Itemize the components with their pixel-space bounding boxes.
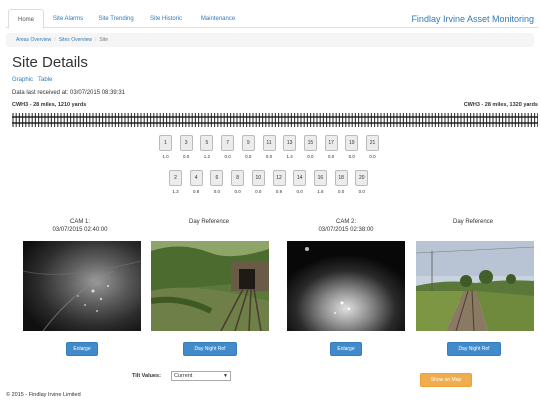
day-ref2-title: Day Reference [452, 219, 494, 225]
cam2-timestamp: 03/07/2015 02:38:00 [318, 227, 374, 233]
sensor-3-value: 0.0 [183, 154, 190, 159]
sensor-14-value: 0.0 [296, 189, 303, 194]
sensor-12-button[interactable]: 12 [272, 170, 286, 186]
sensor-13-value: 1.4 [286, 154, 293, 159]
sensor-21-value: 0.0 [369, 154, 376, 159]
sensor-18-value: 0.0 [337, 189, 345, 194]
day-ref2-image[interactable] [416, 241, 534, 331]
sensor-17-value: 0.0 [327, 154, 335, 159]
cam1-title: CAM 1: 03/07/2015 02:40:00 [20, 218, 140, 234]
cam2-enlarge-button[interactable]: Enlarge [330, 342, 362, 356]
railway-track-graphic [12, 113, 538, 127]
tilt-values-label: Tilt Values: [132, 373, 161, 379]
view-switcher: Graphic Table [12, 77, 57, 83]
cam2-title: CAM 2: 03/07/2015 02:38:00 [286, 218, 406, 234]
sensor-21-button[interactable]: 21 [366, 135, 379, 151]
tab-site-trending[interactable]: Site Trending [94, 9, 138, 29]
breadcrumb-current: Site [99, 37, 109, 43]
sensor-18-button[interactable]: 18 [334, 170, 348, 186]
day-ref2-button[interactable]: Day Night Ref [447, 342, 501, 356]
location-left: CWH3 - 28 miles, 1210 yards [12, 102, 87, 108]
sensor-8-value: 0.0 [234, 189, 241, 194]
day-ref1-button[interactable]: Day Night Ref [183, 342, 237, 356]
sensor-16-button[interactable]: 16 [313, 170, 327, 186]
cam1-label: CAM 1: [69, 219, 90, 225]
sensor-5-button[interactable]: 5 [200, 135, 214, 151]
tab-site-historic[interactable]: Site Historic [145, 9, 187, 29]
sensor-20-value: 0.0 [358, 189, 365, 194]
cam1-timestamp: 03/07/2015 02:40:00 [52, 227, 108, 233]
sensor-11-button[interactable]: 11 [262, 135, 276, 151]
cam1-enlarge-button[interactable]: Enlarge [66, 342, 98, 356]
sensor-14-button[interactable]: 14 [293, 170, 307, 186]
sensor-20-button[interactable]: 20 [355, 170, 369, 186]
footer-copyright: © 2015 - Findlay Irvine Limited [6, 392, 81, 398]
sensor-8-button[interactable]: 8 [231, 170, 245, 186]
sensor-9-value: 0.0 [245, 154, 252, 159]
sensor-2-value: 1.3 [172, 189, 179, 194]
sensor-15-button[interactable]: 15 [303, 135, 317, 151]
sensor-7-value: 0.0 [224, 154, 231, 159]
tilt-values-selected: Current [174, 373, 193, 379]
sensor-19-value: 0.0 [348, 154, 355, 159]
location-right: CWH3 - 28 miles, 1320 yards [463, 102, 538, 108]
sensor-1-value: 1.0 [162, 154, 169, 159]
sensor-9-button[interactable]: 9 [241, 135, 255, 151]
sensor-1-button[interactable]: 1 [159, 135, 172, 151]
sensor-17-button[interactable]: 17 [324, 135, 338, 151]
view-table-link[interactable]: Table [38, 77, 52, 83]
tab-home[interactable]: Home [8, 9, 44, 29]
tilt-values-select[interactable]: Current ▼ [171, 371, 231, 381]
sensor-12-value: 0.9 [275, 189, 283, 194]
breadcrumb-areas-overview[interactable]: Areas Overview [16, 37, 51, 43]
cam2-label: CAM 2: [335, 219, 356, 225]
sensor-6-button[interactable]: 6 [210, 170, 224, 186]
data-received-text: Data last received at: 03/07/2015 08:39:… [12, 90, 126, 96]
sensor-19-button[interactable]: 19 [345, 135, 359, 151]
cam2-image[interactable] [287, 241, 405, 331]
page-title: Site Details [12, 54, 88, 71]
tab-maintenance[interactable]: Maintenance [195, 9, 241, 29]
top-nav: Home Site Alarms Site Trending Site Hist… [6, 6, 538, 29]
sensor-6-value: 0.0 [213, 189, 221, 194]
sensor-3-button[interactable]: 3 [179, 135, 193, 151]
sensor-2-button[interactable]: 2 [169, 170, 182, 186]
breadcrumb-sites-overview[interactable]: Sites Overview [59, 37, 92, 43]
sensor-10-button[interactable]: 10 [251, 170, 265, 186]
sensor-5-value: 1.2 [203, 154, 211, 159]
brand-title[interactable]: Findlay Irvine Asset Monitoring [411, 14, 534, 24]
sensor-13-button[interactable]: 13 [283, 135, 297, 151]
chevron-down-icon: ▼ [223, 373, 228, 379]
sensor-4-value: 0.8 [193, 189, 200, 194]
day-ref1-title: Day Reference [188, 219, 230, 225]
view-graphic-link[interactable]: Graphic [12, 77, 33, 83]
sensor-10-value: 0.0 [255, 189, 262, 194]
day-ref1-image[interactable] [151, 241, 269, 331]
sensor-15-value: 0.0 [307, 154, 314, 159]
cam1-image[interactable] [23, 241, 141, 331]
sensor-7-button[interactable]: 7 [221, 135, 235, 151]
breadcrumb: Areas Overview / Sites Overview / Site [6, 33, 534, 47]
sensor-16-value: 1.6 [317, 189, 324, 194]
sensor-11-value: 0.0 [265, 154, 273, 159]
tab-site-alarms[interactable]: Site Alarms [48, 9, 88, 29]
sensor-4-button[interactable]: 4 [189, 170, 203, 186]
show-on-map-button[interactable]: Show on Map [420, 373, 472, 387]
